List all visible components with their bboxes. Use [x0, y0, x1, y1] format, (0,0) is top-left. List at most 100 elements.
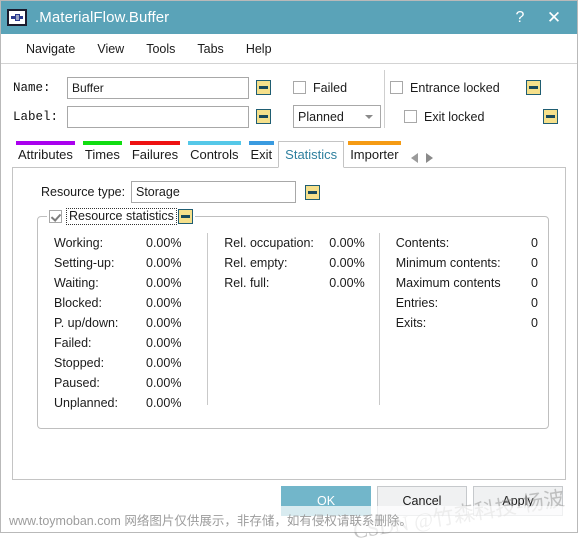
stat-row-stopped: Stopped: 0.00%: [54, 353, 207, 373]
scroll-left-arrow-icon[interactable]: [410, 153, 418, 163]
menu-item-help[interactable]: Help: [235, 39, 283, 59]
label-label: Label:: [13, 109, 59, 124]
stat-label-paused: Paused:: [54, 376, 100, 390]
stat-row-unplanned: Unplanned: 0.00%: [54, 393, 207, 413]
tab-label-attributes: Attributes: [18, 146, 73, 162]
ok-button[interactable]: OK: [281, 486, 371, 516]
resource-statistics-title: Resource statistics: [66, 208, 177, 225]
stat-label-unplanned: Unplanned:: [54, 396, 118, 410]
resource-type-menu-button[interactable]: [305, 184, 320, 200]
resource-type-row: Resource type: Storage: [41, 180, 551, 204]
header-form: Name: Failed Entrance locked Label: Plan…: [1, 64, 577, 137]
stat-value-minimum-contents: 0: [531, 256, 538, 270]
tab-exit[interactable]: Exit: [245, 141, 279, 167]
stat-value-contents: 0: [531, 236, 538, 250]
resource-type-label: Resource type:: [41, 185, 126, 199]
stat-label-waiting: Waiting:: [54, 276, 99, 290]
stat-label-p-up-down: P. up/down:: [54, 316, 119, 330]
dialog-window: .MaterialFlow.Buffer ? ✕ Navigate View T…: [0, 0, 578, 543]
close-icon[interactable]: ✕: [537, 1, 571, 34]
stat-label-entries: Entries:: [395, 296, 439, 310]
stat-label-maximum-contents: Maximum contents: [395, 276, 501, 290]
name-label: Name:: [13, 80, 51, 95]
stat-row-working: Working: 0.00%: [54, 233, 207, 253]
title-bar: .MaterialFlow.Buffer ? ✕: [1, 1, 577, 34]
menu-bar: Navigate View Tools Tabs Help: [1, 34, 577, 64]
stat-label-rel-full: Rel. full:: [224, 276, 270, 290]
tab-color-failures: [129, 141, 181, 145]
exit-locked-checkbox[interactable]: [404, 110, 417, 123]
stat-row-maximum-contents: Maximum contents 0: [396, 273, 548, 293]
stat-label-working: Working:: [54, 236, 104, 250]
stat-value-paused: 0.00%: [146, 376, 182, 390]
tab-failures[interactable]: Failures: [126, 141, 184, 167]
stat-value-rel-occupation: 0.00%: [329, 236, 365, 250]
relative-statistics-column: Rel. occupation: 0.00% Rel. empty: 0.00%…: [208, 233, 380, 405]
menu-item-navigate[interactable]: Navigate: [15, 39, 86, 59]
resource-type-select[interactable]: Storage: [131, 181, 296, 203]
dialog-footer: OK Cancel Apply: [1, 480, 577, 532]
name-row: Name: Failed Entrance locked: [1, 73, 577, 102]
stat-value-stopped: 0.00%: [146, 356, 182, 370]
resource-statistics-menu-button[interactable]: [177, 209, 193, 224]
tab-color-exit: [248, 141, 275, 145]
stat-row-setting-up: Setting-up: 0.00%: [54, 253, 207, 273]
stat-label-failed: Failed:: [54, 336, 92, 350]
planned-state-select[interactable]: Planned: [293, 105, 381, 128]
help-button[interactable]: ?: [503, 1, 537, 34]
tab-times[interactable]: Times: [79, 141, 126, 167]
menu-item-tabs[interactable]: Tabs: [186, 39, 234, 59]
stat-row-p-up-down: P. up/down: 0.00%: [54, 313, 207, 333]
exit-locked-menu-button[interactable]: [543, 109, 559, 124]
resource-statistics-checkbox[interactable]: [49, 210, 62, 223]
entrance-locked-menu-button[interactable]: [525, 80, 541, 95]
tab-label-statistics: Statistics: [285, 147, 338, 162]
stat-value-working: 0.00%: [146, 236, 182, 250]
scroll-right-arrow-icon[interactable]: [425, 153, 433, 163]
tab-attributes[interactable]: Attributes: [12, 141, 79, 167]
window-title: .MaterialFlow.Buffer: [35, 9, 170, 26]
tab-bar: Attributes Times Failures Controls Exit …: [1, 137, 577, 168]
failed-label: Failed: [313, 80, 348, 95]
stat-row-rel-empty: Rel. empty: 0.00%: [224, 253, 378, 273]
stat-value-exits: 0: [531, 316, 538, 330]
label-menu-button[interactable]: [256, 109, 271, 124]
stat-label-rel-occupation: Rel. occupation:: [224, 236, 314, 250]
tab-statistics[interactable]: Statistics: [278, 141, 345, 168]
stat-row-blocked: Blocked: 0.00%: [54, 293, 207, 313]
tab-importer[interactable]: Importer: [344, 141, 404, 167]
label-row: Label: Planned Exit locked: [1, 102, 577, 131]
stat-value-entries: 0: [531, 296, 538, 310]
menu-item-view[interactable]: View: [86, 39, 135, 59]
tab-color-importer: [348, 141, 401, 145]
stat-value-setting-up: 0.00%: [146, 256, 182, 270]
stat-label-stopped: Stopped:: [54, 356, 105, 370]
entrance-locked-label: Entrance locked: [410, 80, 500, 95]
tab-controls[interactable]: Controls: [184, 141, 244, 167]
resource-statistics-legend: Resource statistics: [47, 208, 195, 225]
label-input[interactable]: [67, 105, 249, 128]
state-statistics-column: Working: 0.00% Setting-up: 0.00% Waiting…: [38, 233, 209, 410]
menu-item-tools[interactable]: Tools: [135, 39, 186, 59]
contents-statistics-column: Contents: 0 Minimum contents: 0 Maximum …: [380, 233, 548, 397]
stat-row-rel-full: Rel. full: 0.00%: [224, 273, 378, 293]
tab-label-times: Times: [84, 146, 120, 162]
stat-label-setting-up: Setting-up:: [54, 256, 115, 270]
name-input[interactable]: [67, 76, 249, 99]
tab-color-controls: [188, 141, 241, 145]
stat-row-contents: Contents: 0: [396, 233, 548, 253]
stat-row-rel-occupation: Rel. occupation: 0.00%: [224, 233, 378, 253]
stat-value-maximum-contents: 0: [531, 276, 538, 290]
cancel-button[interactable]: Cancel: [377, 486, 467, 516]
stat-row-exits: Exits: 0: [396, 313, 548, 333]
entrance-locked-checkbox[interactable]: [390, 81, 404, 94]
chevron-down-icon: [365, 114, 373, 119]
tab-color-attributes: [16, 141, 75, 145]
name-menu-button[interactable]: [256, 80, 271, 95]
stat-row-entries: Entries: 0: [396, 293, 548, 313]
stat-value-failed: 0.00%: [146, 336, 182, 350]
tab-label-controls: Controls: [190, 146, 239, 162]
apply-button[interactable]: Apply: [473, 486, 563, 516]
failed-checkbox[interactable]: [293, 81, 306, 94]
stat-label-blocked: Blocked:: [54, 296, 102, 310]
